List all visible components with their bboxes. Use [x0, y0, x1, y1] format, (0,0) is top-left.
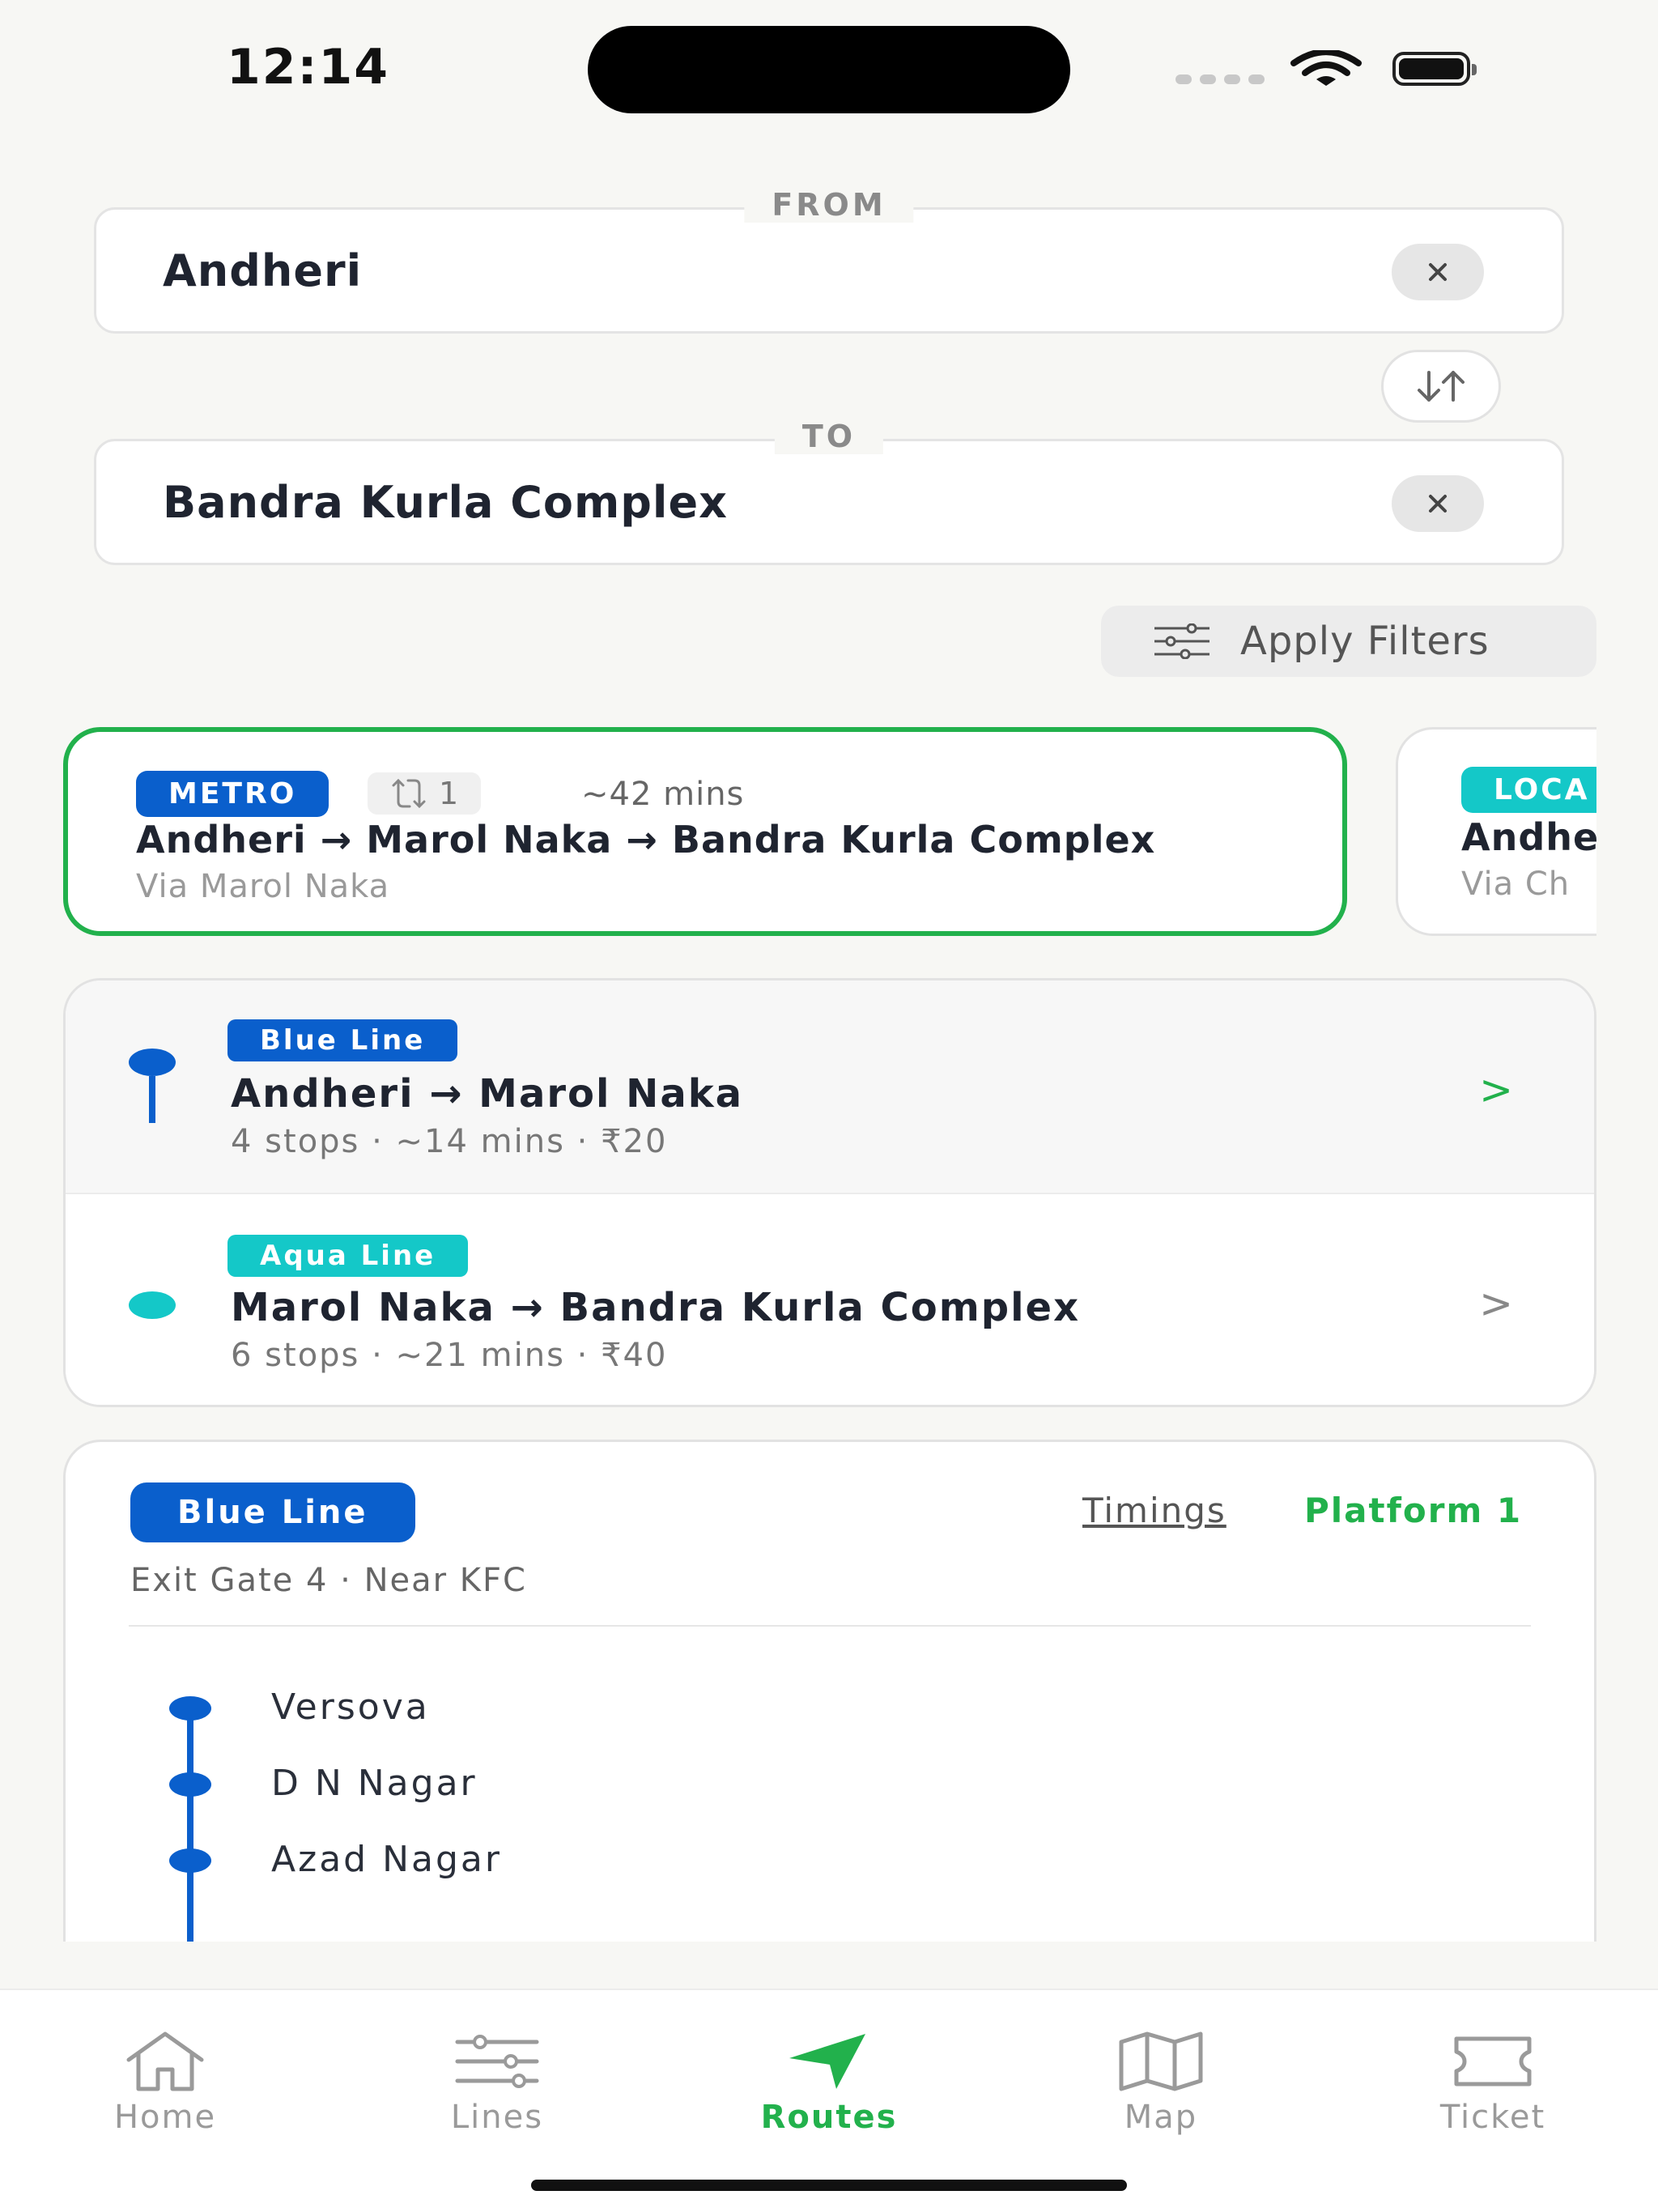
- platform-label: Platform 1: [1304, 1491, 1523, 1530]
- sliders-icon: [455, 2035, 539, 2088]
- from-value[interactable]: Andheri: [163, 245, 362, 296]
- battery-icon: [1392, 52, 1477, 86]
- from-legend: FROM: [744, 187, 914, 223]
- status-time: 12:14: [227, 39, 389, 96]
- cellular-signal-icon: [1175, 74, 1265, 84]
- leg-meta: 6 stops · ~21 mins · ₹40: [231, 1337, 668, 1374]
- line-detail-card: Blue Line Timings Platform 1 Exit Gate 4…: [63, 1440, 1596, 1942]
- tab-routes[interactable]: Routes: [724, 2031, 934, 2136]
- tab-label: Map: [1124, 2099, 1198, 2136]
- station-dot: [169, 1848, 211, 1873]
- route-path: Andheri → Marol Naka → Bandra Kurla Comp…: [136, 818, 1156, 861]
- mode-badge: LOCA: [1461, 767, 1596, 813]
- line-badge: Blue Line: [227, 1019, 458, 1061]
- filter-sliders-icon: [1154, 623, 1209, 659]
- chevron-right-icon[interactable]: >: [1479, 1280, 1513, 1327]
- chevron-right-icon[interactable]: >: [1479, 1066, 1513, 1113]
- leg-line-segment: [149, 1076, 155, 1123]
- transfers-count: 1: [439, 776, 459, 811]
- mode-badge: METRO: [136, 771, 329, 817]
- journey-legs-card: Blue Line Andheri → Marol Naka 4 stops ·…: [63, 978, 1596, 1407]
- station-item[interactable]: Azad Nagar: [66, 1839, 1594, 1887]
- station-rail: [187, 1704, 193, 1942]
- tab-ticket[interactable]: Ticket: [1388, 2031, 1598, 2136]
- close-icon: [1429, 263, 1447, 281]
- navigation-arrow-icon: [789, 2034, 865, 2089]
- journey-leg[interactable]: Aqua Line Marol Naka → Bandra Kurla Comp…: [66, 1194, 1594, 1405]
- route-path: Andhe: [1461, 815, 1596, 859]
- station-dot: [169, 1772, 211, 1797]
- clear-from-button[interactable]: [1392, 244, 1484, 300]
- station-name: D N Nagar: [271, 1763, 478, 1804]
- leg-marker: [129, 1291, 176, 1319]
- station-dot: [169, 1696, 211, 1721]
- tab-label: Home: [113, 2099, 217, 2136]
- dynamic-island: [588, 26, 1070, 113]
- tab-map[interactable]: Map: [1056, 2031, 1266, 2136]
- to-value[interactable]: Bandra Kurla Complex: [163, 477, 728, 528]
- close-icon: [1429, 495, 1447, 513]
- line-badge: Aqua Line: [227, 1235, 469, 1277]
- route-duration: ~42 mins: [581, 776, 745, 813]
- wifi-icon: [1290, 50, 1362, 86]
- exit-info: Exit Gate 4 · Near KFC: [130, 1562, 527, 1599]
- station-item[interactable]: D N Nagar: [66, 1763, 1594, 1811]
- home-icon: [126, 2031, 204, 2091]
- tab-bar: Home Lines Routes Map Ticket: [0, 1989, 1658, 2212]
- home-indicator: [531, 2180, 1127, 2191]
- map-icon: [1119, 2031, 1203, 2091]
- timings-link[interactable]: Timings: [1082, 1491, 1226, 1530]
- transfer-icon: [392, 778, 426, 809]
- tab-label: Ticket: [1439, 2099, 1546, 2136]
- tab-label: Lines: [450, 2099, 544, 2136]
- leg-title: Marol Naka → Bandra Kurla Complex: [231, 1285, 1081, 1330]
- swap-button[interactable]: [1381, 350, 1501, 423]
- to-legend: TO: [774, 419, 884, 454]
- line-pill: Blue Line: [130, 1482, 415, 1542]
- station-name: Versova: [271, 1687, 430, 1728]
- divider: [129, 1625, 1531, 1627]
- tab-label: Routes: [760, 2099, 898, 2136]
- station-item[interactable]: Versova: [66, 1687, 1594, 1735]
- route-via: Via Ch: [1461, 866, 1571, 903]
- leg-meta: 4 stops · ~14 mins · ₹20: [231, 1123, 668, 1160]
- transfers-chip: 1: [368, 772, 482, 815]
- clear-to-button[interactable]: [1392, 475, 1484, 532]
- to-field[interactable]: TO Bandra Kurla Complex: [94, 419, 1564, 565]
- from-field[interactable]: FROM Andheri: [94, 187, 1564, 334]
- apply-filters-label: Apply Filters: [1240, 619, 1490, 664]
- tab-lines[interactable]: Lines: [392, 2031, 602, 2136]
- journey-leg[interactable]: Blue Line Andheri → Marol Naka 4 stops ·…: [66, 981, 1594, 1194]
- route-option-card[interactable]: LOCA Andhe Via Ch: [1396, 727, 1596, 936]
- route-option-card[interactable]: METRO 1 ~42 mins Andheri → Marol Naka → …: [63, 727, 1347, 936]
- route-options-carousel[interactable]: METRO 1 ~42 mins Andheri → Marol Naka → …: [0, 713, 1596, 955]
- swap-vertical-icon: [1418, 371, 1465, 402]
- leg-title: Andheri → Marol Naka: [231, 1071, 744, 1117]
- tab-home[interactable]: Home: [60, 2031, 270, 2136]
- route-via: Via Marol Naka: [136, 868, 390, 905]
- leg-marker: [129, 1049, 176, 1076]
- apply-filters-button[interactable]: Apply Filters: [1101, 606, 1596, 677]
- ticket-icon: [1454, 2036, 1532, 2087]
- station-name: Azad Nagar: [271, 1839, 502, 1880]
